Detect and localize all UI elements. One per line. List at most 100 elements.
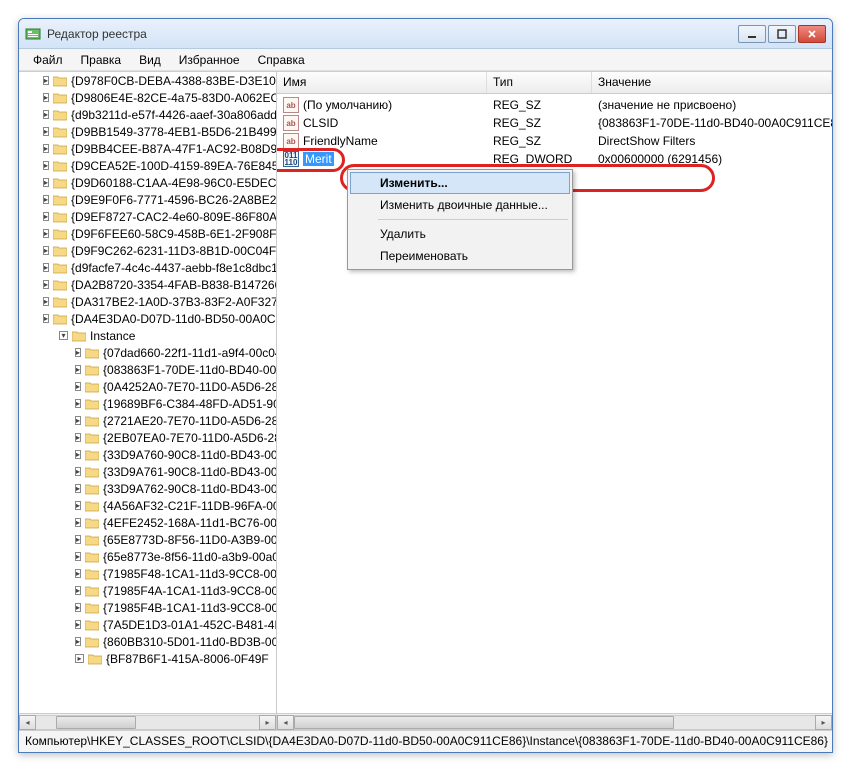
expand-icon[interactable]: ▸: [43, 212, 49, 221]
tree-key[interactable]: ▸{0A4252A0-7E70-11D0-A5D6-28DE: [19, 378, 276, 395]
expand-icon[interactable]: ▸: [43, 297, 49, 306]
tree-key[interactable]: ▸{D9F6FEE60-58C9-458B-6E1-2F908FD7F87: [19, 225, 276, 242]
scroll-left-button[interactable]: ◂: [277, 715, 294, 730]
expand-icon[interactable]: ▸: [75, 365, 81, 374]
expand-icon[interactable]: ▸: [75, 603, 81, 612]
tree-key[interactable]: ▸{D9D60188-C1AA-4E98-96C0-E5DEC7B867: [19, 174, 276, 191]
tree-key[interactable]: ▸{2721AE20-7E70-11D0-A5D6-28DE: [19, 412, 276, 429]
column-name[interactable]: Имя: [277, 72, 487, 93]
ctx-modify[interactable]: Изменить...: [350, 172, 570, 194]
tree-pane[interactable]: ▸{D978F0CB-DEBA-4388-83BE-D3E106E02A▸{D9…: [19, 72, 277, 730]
scroll-right-button[interactable]: ▸: [815, 715, 832, 730]
tree-key[interactable]: ▸{07dad660-22f1-11d1-a9f4-00c04f: [19, 344, 276, 361]
expand-icon[interactable]: ▸: [75, 416, 81, 425]
expand-icon[interactable]: ▸: [75, 637, 81, 646]
expand-icon[interactable]: ▸: [43, 127, 49, 136]
close-button[interactable]: [798, 25, 826, 43]
expand-icon[interactable]: ▸: [43, 280, 49, 289]
ctx-modify-binary[interactable]: Изменить двоичные данные...: [350, 194, 570, 216]
expand-icon[interactable]: ▸: [75, 569, 81, 578]
tree-key[interactable]: ▸{DA317BE2-1A0D-37B3-83F2-A0F32787FC: [19, 293, 276, 310]
tree-key[interactable]: ▸{083863F1-70DE-11d0-BD40-00A0: [19, 361, 276, 378]
scroll-right-button[interactable]: ▸: [259, 715, 276, 730]
expand-icon[interactable]: ▸: [75, 518, 81, 527]
expand-icon[interactable]: ▸: [75, 484, 81, 493]
expand-icon[interactable]: ▸: [43, 161, 49, 170]
expand-icon[interactable]: ▸: [43, 110, 49, 119]
ctx-delete[interactable]: Удалить: [350, 223, 570, 245]
tree-key[interactable]: ▸{D9EF8727-CAC2-4e60-809E-86F80A6666: [19, 208, 276, 225]
titlebar[interactable]: Редактор реестра: [19, 19, 832, 49]
values-pane[interactable]: Имя Тип Значение ab(По умолчанию)REG_SZ(…: [277, 72, 832, 730]
maximize-button[interactable]: [768, 25, 796, 43]
expand-icon[interactable]: ▸: [75, 654, 84, 663]
tree-key[interactable]: ▸{D978F0CB-DEBA-4388-83BE-D3E106E02A: [19, 72, 276, 89]
expand-icon[interactable]: ▸: [43, 76, 49, 85]
tree-key[interactable]: ▸{D9F9C262-6231-11D3-8B1D-00C04FB6BB: [19, 242, 276, 259]
tree-key[interactable]: ▸{860BB310-5D01-11d0-BD3B-00A0: [19, 633, 276, 650]
values-hscrollbar[interactable]: ◂ ▸: [277, 713, 832, 730]
tree-key[interactable]: ▸{D9BB1549-3778-4EB1-B5D6-21B49988CB: [19, 123, 276, 140]
scroll-left-button[interactable]: ◂: [19, 715, 36, 730]
expand-icon[interactable]: ▸: [75, 586, 81, 595]
expand-icon[interactable]: ▸: [43, 314, 49, 323]
value-row[interactable]: ab(По умолчанию)REG_SZ(значение не присв…: [277, 96, 832, 114]
expand-icon[interactable]: ▸: [75, 348, 81, 357]
tree-key[interactable]: ▸{4A56AF32-C21F-11DB-96FA-0050: [19, 497, 276, 514]
collapse-icon[interactable]: ▾: [59, 331, 68, 340]
expand-icon[interactable]: ▸: [43, 93, 49, 102]
scroll-thumb[interactable]: [56, 716, 136, 729]
ctx-rename[interactable]: Переименовать: [350, 245, 570, 267]
expand-icon[interactable]: ▸: [75, 382, 81, 391]
tree-key[interactable]: ▸{2EB07EA0-7E70-11D0-A5D6-28DE: [19, 429, 276, 446]
tree-key[interactable]: ▸{DA4E3DA0-D07D-11d0-BD50-00A0C911C: [19, 310, 276, 327]
tree-key-instance[interactable]: ▾Instance: [19, 327, 276, 344]
tree-key[interactable]: ▸{33D9A762-90C8-11d0-BD43-00A0: [19, 480, 276, 497]
menu-help[interactable]: Справка: [250, 51, 313, 69]
tree-key[interactable]: ▸{65E8773D-8F56-11D0-A3B9-00A0: [19, 531, 276, 548]
menu-edit[interactable]: Правка: [73, 51, 130, 69]
tree-key[interactable]: ▸{DA2B8720-3354-4FAB-B838-B1472667E: [19, 276, 276, 293]
expand-icon[interactable]: ▸: [75, 467, 81, 476]
tree-key[interactable]: ▸{D9806E4E-82CE-4a75-83D0-A062EC6053: [19, 89, 276, 106]
tree-key[interactable]: ▸{D9BB4CEE-B87A-47F1-AC92-B08D9C7813: [19, 140, 276, 157]
menu-view[interactable]: Вид: [131, 51, 169, 69]
menu-file[interactable]: Файл: [25, 51, 71, 69]
expand-icon[interactable]: ▸: [75, 399, 81, 408]
tree-key[interactable]: ▸{4EFE2452-168A-11d1-BC76-00C0: [19, 514, 276, 531]
column-value[interactable]: Значение: [592, 72, 832, 93]
expand-icon[interactable]: ▸: [43, 195, 49, 204]
tree-key[interactable]: ▸{65e8773e-8f56-11d0-a3b9-00a0: [19, 548, 276, 565]
value-row[interactable]: 011110MeritREG_DWORD0x00600000 (6291456): [277, 150, 832, 168]
tree-key[interactable]: ▸{d9facfe7-4c4c-4437-aebb-f8e1c8dbc1b5: [19, 259, 276, 276]
tree-key[interactable]: ▸{19689BF6-C384-48FD-AD51-90E5: [19, 395, 276, 412]
expand-icon[interactable]: ▸: [43, 178, 49, 187]
value-row[interactable]: abCLSIDREG_SZ{083863F1-70DE-11d0-BD40-00…: [277, 114, 832, 132]
expand-icon[interactable]: ▸: [75, 433, 81, 442]
tree-hscrollbar[interactable]: ◂ ▸: [19, 713, 276, 730]
scroll-thumb[interactable]: [294, 716, 674, 729]
expand-icon[interactable]: ▸: [43, 144, 49, 153]
expand-icon[interactable]: ▸: [43, 263, 49, 272]
expand-icon[interactable]: ▸: [75, 620, 81, 629]
tree-key[interactable]: ▸{7A5DE1D3-01A1-452C-B481-4FA: [19, 616, 276, 633]
expand-icon[interactable]: ▸: [43, 229, 49, 238]
tree-key[interactable]: ▸{33D9A761-90C8-11d0-BD43-00A0: [19, 463, 276, 480]
tree-key[interactable]: ▸{BF87B6F1-415A-8006-0F49F: [19, 650, 276, 667]
expand-icon[interactable]: ▸: [75, 552, 81, 561]
tree-key[interactable]: ▸{71985F4A-1CA1-11d3-9CC8-00C0: [19, 582, 276, 599]
minimize-button[interactable]: [738, 25, 766, 43]
expand-icon[interactable]: ▸: [43, 246, 49, 255]
tree-key[interactable]: ▸{71985F48-1CA1-11d3-9CC8-00C0: [19, 565, 276, 582]
column-type[interactable]: Тип: [487, 72, 592, 93]
tree-key[interactable]: ▸{71985F4B-1CA1-11d3-9CC8-00C0: [19, 599, 276, 616]
tree-key[interactable]: ▸{D9CEA52E-100D-4159-89EA-76E845BC13: [19, 157, 276, 174]
tree-key[interactable]: ▸{33D9A760-90C8-11d0-BD43-00A0: [19, 446, 276, 463]
menu-favorites[interactable]: Избранное: [171, 51, 248, 69]
expand-icon[interactable]: ▸: [75, 450, 81, 459]
expand-icon[interactable]: ▸: [75, 535, 81, 544]
expand-icon[interactable]: ▸: [75, 501, 81, 510]
tree-key[interactable]: ▸{D9E9F0F6-7771-4596-BC26-2A8BE222CBE: [19, 191, 276, 208]
value-row[interactable]: abFriendlyNameREG_SZDirectShow Filters: [277, 132, 832, 150]
tree-key[interactable]: ▸{d9b3211d-e57f-4426-aaef-30a806add397: [19, 106, 276, 123]
